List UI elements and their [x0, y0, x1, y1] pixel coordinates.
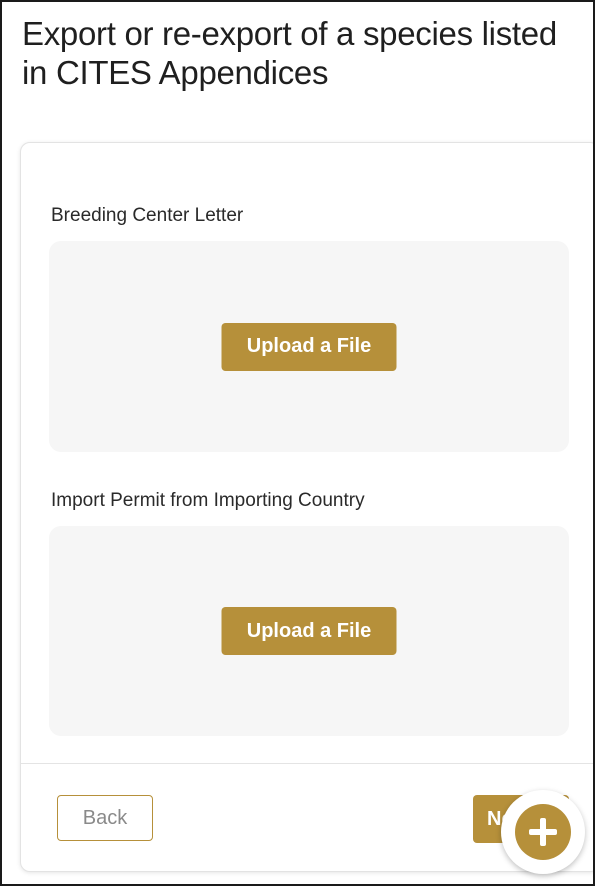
floating-add-button[interactable]: [501, 790, 585, 874]
import-permit-label: Import Permit from Importing Country: [51, 490, 365, 511]
footer-divider: [21, 763, 593, 764]
screen-frame: Export or re-export of a species listed …: [0, 0, 595, 886]
import-permit-dropzone[interactable]: Upload a File: [49, 526, 569, 736]
upload-form-card: Breeding Center Letter Upload a File Imp…: [20, 142, 593, 872]
breeding-center-letter-upload-button[interactable]: Upload a File: [221, 322, 397, 371]
breeding-center-letter-label: Breeding Center Letter: [51, 205, 244, 226]
back-button[interactable]: Back: [57, 795, 153, 841]
import-permit-upload-button[interactable]: Upload a File: [221, 607, 397, 655]
breeding-center-letter-dropzone[interactable]: Upload a File: [49, 241, 569, 452]
page-title: Export or re-export of a species listed …: [22, 15, 557, 91]
plus-circle-icon: [515, 804, 571, 860]
